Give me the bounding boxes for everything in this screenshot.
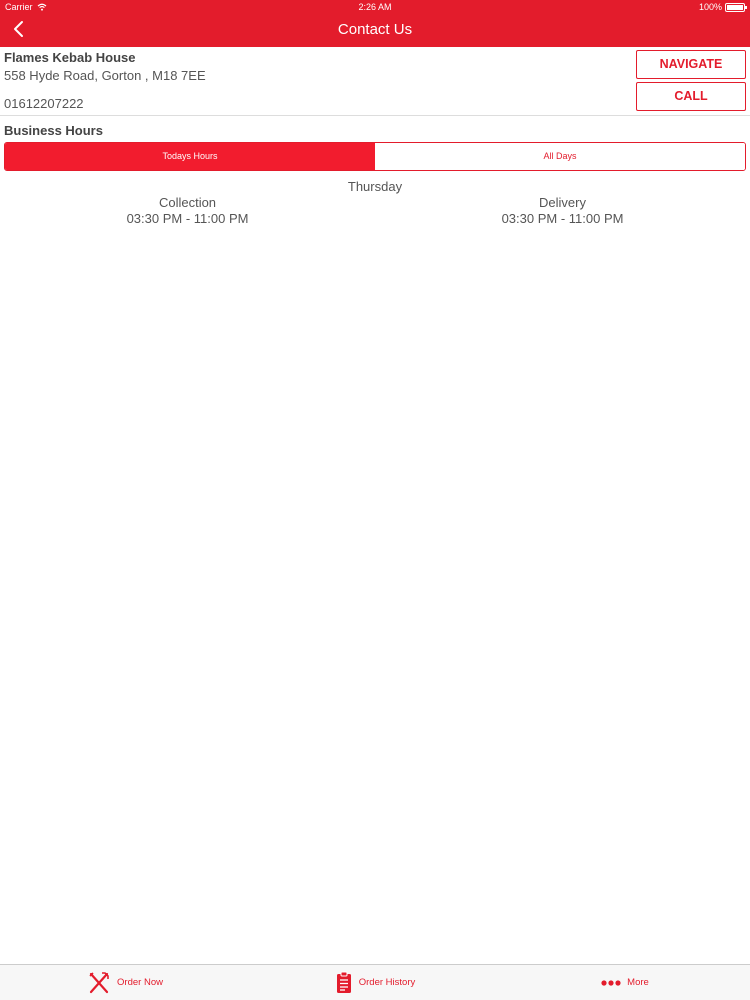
tab-all-days[interactable]: All Days (375, 143, 745, 170)
navigate-button[interactable]: NAVIGATE (636, 50, 746, 79)
delivery-hours: Delivery 03:30 PM - 11:00 PM (375, 195, 750, 227)
tab-order-history[interactable]: Order History (250, 965, 500, 1000)
service-hours: 03:30 PM - 11:00 PM (501, 211, 624, 226)
more-dots-icon (601, 979, 621, 986)
store-phone: 01612207222 (4, 96, 84, 111)
service-name: Delivery (539, 195, 586, 210)
page-title: Contact Us (337, 21, 413, 38)
bottom-tab-bar: Order Now Order History More (0, 964, 750, 1000)
call-button[interactable]: CALL (636, 82, 746, 111)
service-hours: 03:30 PM - 11:00 PM (126, 211, 249, 226)
service-name: Collection (158, 195, 217, 210)
status-bar: Carrier 2:26 AM 100% (0, 0, 750, 14)
battery-level (727, 4, 743, 10)
status-battery: 100% (698, 2, 747, 12)
tab-order-now[interactable]: Order Now (0, 965, 250, 1000)
tab-label: Order History (358, 977, 416, 988)
business-hours-title: Business Hours (4, 123, 103, 138)
battery-percent: 100% (698, 2, 722, 12)
section-divider (0, 115, 750, 116)
fork-knife-icon (89, 971, 109, 993)
store-address: 558 Hyde Road, Gorton , M18 7EE (4, 68, 206, 83)
store-name: Flames Kebab House (4, 50, 136, 65)
status-time: 2:26 AM (358, 2, 392, 12)
tab-todays-hours[interactable]: Todays Hours (5, 143, 375, 170)
tab-label: Order Now (117, 977, 163, 988)
hours-segmented-control: Todays Hours All Days (4, 142, 746, 171)
clipboard-icon (336, 971, 351, 993)
tab-label: More (627, 977, 649, 988)
collection-hours: Collection 03:30 PM - 11:00 PM (0, 195, 375, 227)
battery-icon (725, 2, 747, 12)
tab-more[interactable]: More (500, 965, 750, 1000)
day-label: Thursday (347, 179, 403, 194)
navigation-bar: Contact Us (0, 14, 750, 47)
